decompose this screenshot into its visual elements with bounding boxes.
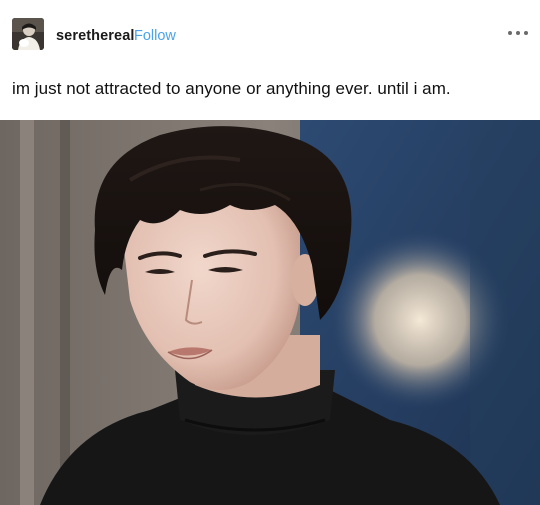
avatar-image — [12, 18, 44, 50]
username[interactable]: serethereal — [56, 28, 135, 44]
post-photo — [0, 120, 540, 505]
follow-button[interactable]: Follow — [134, 28, 176, 44]
portrait-image — [0, 120, 540, 505]
more-horizontal-icon[interactable] — [508, 31, 528, 37]
avatar[interactable] — [12, 18, 44, 50]
post-text: im just not attracted to anyone or anyth… — [12, 79, 451, 98]
post-header: serethereal Follow — [0, 0, 540, 70]
